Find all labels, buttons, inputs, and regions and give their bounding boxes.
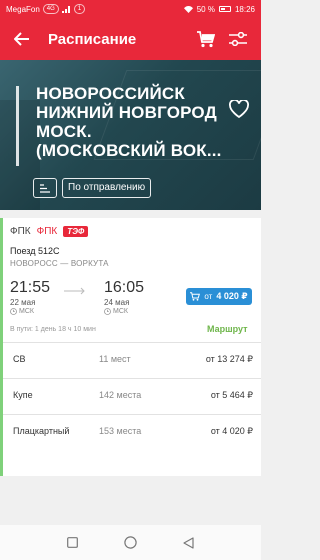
signal-icon (61, 5, 70, 13)
arrival-tz-label: МСК (113, 308, 128, 315)
seat-count: 11 мест (99, 354, 131, 364)
sort-icon (40, 183, 50, 193)
arrival-date: 24 мая (104, 298, 130, 307)
seat-class-row-kupe[interactable]: Купе 142 места от 5 464 ₽ (3, 379, 261, 414)
back-arrow-icon[interactable] (10, 27, 34, 51)
train-card: ФПК ФПК ТЭФ Поезд 512С НОВОРОСС — ВОРКУТ… (0, 218, 261, 476)
filter-sliders-icon[interactable] (225, 26, 251, 52)
status-bar: MegaFon 4G 1 50 % 18:26 (0, 0, 261, 18)
seat-price: от 5 464 ₽ (210, 390, 253, 400)
min-price: 4 020 ₽ (216, 291, 248, 301)
battery-icon (218, 6, 231, 12)
clock-icon (104, 308, 111, 315)
sort-order-button[interactable]: По отправлению (62, 178, 152, 198)
carrier-logos: ФПК ФПК ТЭФ (10, 226, 89, 237)
route-link[interactable]: Маршрут (207, 324, 248, 334)
route-title: НОВОРОССИЙСК НИЖНИЙ НОВГОРОД МОСК. (МОСК… (36, 84, 222, 160)
train-relation: НОВОРОСС — ВОРКУТА (10, 259, 109, 268)
seat-class-row-sv[interactable]: СВ 11 мест от 13 274 ₽ (3, 343, 261, 378)
departure-time: 21:55 (10, 279, 51, 296)
seat-class-row-platskart[interactable]: Плацкартный 153 места от 4 020 ₽ (3, 415, 261, 450)
system-nav-bar (0, 525, 261, 560)
carrier-logo-tef: ТЭФ (63, 226, 89, 237)
network-type: 4G (42, 4, 59, 14)
seat-class-name: Купе (13, 390, 33, 400)
travel-duration: В пути: 1 день 18 ч 10 мин (10, 326, 96, 333)
battery-percent: 50 % (196, 4, 215, 14)
notification-badge: 1 (73, 4, 86, 14)
app-bar: Расписание (0, 18, 261, 60)
seat-price: от 13 274 ₽ (205, 354, 253, 364)
arrival-timezone: МСК (104, 308, 128, 315)
sort-button[interactable] (33, 178, 57, 198)
back-triangle-icon[interactable] (181, 535, 197, 551)
seat-class-name: СВ (13, 354, 26, 364)
favorite-heart-icon[interactable] (229, 99, 249, 120)
departure-timezone: МСК (10, 308, 34, 315)
price-prefix: от (204, 292, 213, 301)
arrival-time: 16:05 (104, 279, 145, 296)
route-indicator-bar (16, 86, 19, 166)
seat-class-name: Плацкартный (13, 426, 70, 436)
cart-icon[interactable] (193, 26, 219, 52)
seat-count: 142 места (99, 390, 142, 400)
train-number: Поезд 512С (10, 246, 60, 256)
departure-tz-label: МСК (19, 308, 34, 315)
carrier-logo-fpk: ФПК (10, 226, 31, 237)
seat-price: от 4 020 ₽ (210, 426, 253, 436)
buy-price-button[interactable]: от 4 020 ₽ (186, 288, 252, 305)
recents-square-icon[interactable] (65, 535, 81, 551)
page-title: Расписание (48, 30, 137, 48)
carrier-logo-fpk-red: ФПК (36, 226, 58, 237)
clock: 18:26 (234, 4, 255, 14)
seat-count: 153 места (99, 426, 142, 436)
clock-icon (10, 308, 17, 315)
cart-icon (190, 292, 201, 301)
route-hero: НОВОРОССИЙСК НИЖНИЙ НОВГОРОД МОСК. (МОСК… (0, 60, 261, 210)
wifi-icon (183, 5, 193, 13)
departure-date: 22 мая (10, 298, 36, 307)
arrow-right-icon (64, 287, 85, 295)
home-circle-icon[interactable] (123, 535, 139, 551)
carrier-name: MegaFon (6, 4, 40, 14)
